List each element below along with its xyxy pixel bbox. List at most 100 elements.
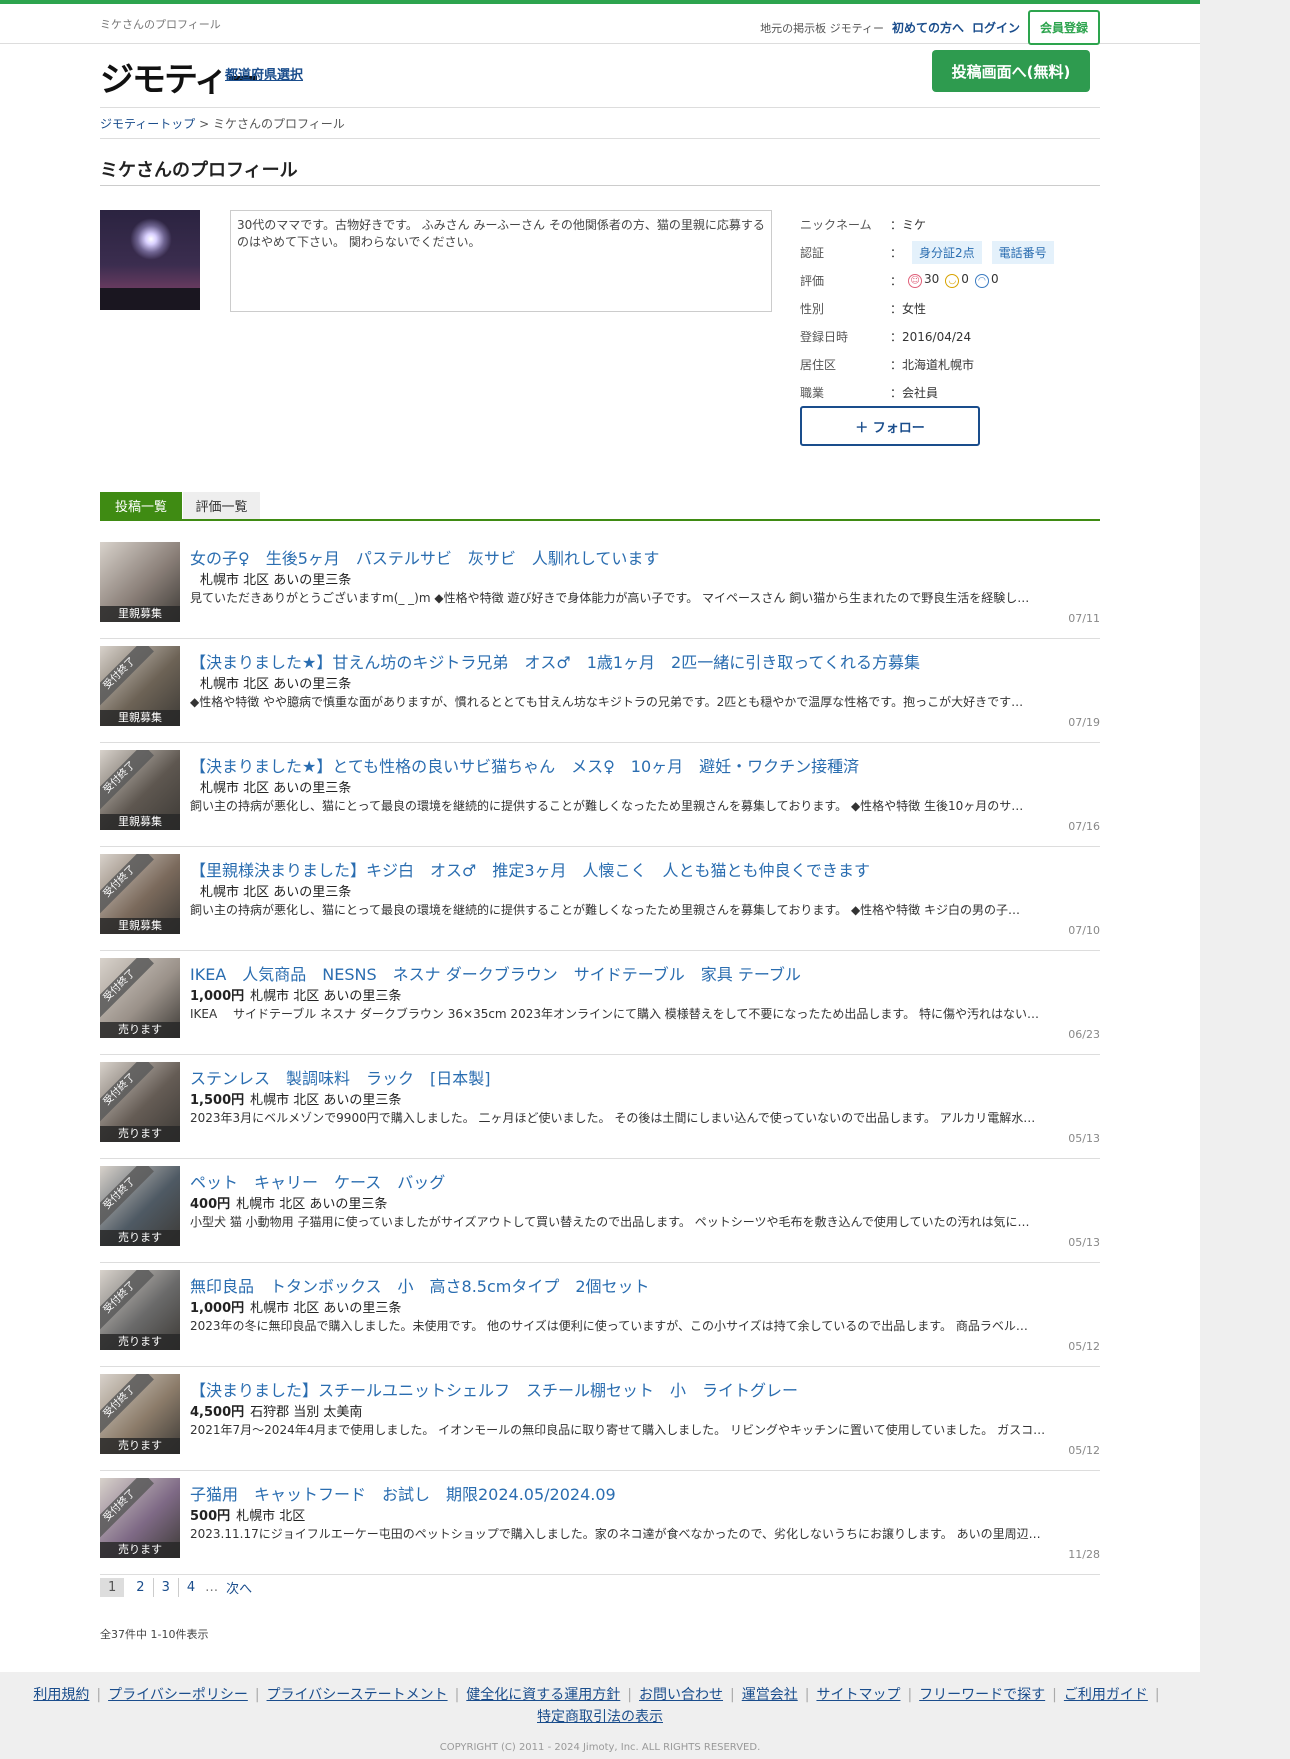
post-button[interactable]: 投稿画面へ(無料) xyxy=(932,50,1090,92)
page-4[interactable]: 4 xyxy=(179,1578,203,1597)
closed-ribbon: 受付終了 xyxy=(100,1062,154,1124)
footer-link[interactable]: 利用規約 xyxy=(33,1687,89,1703)
rating-good: ☺ 30 xyxy=(908,272,939,288)
item-title-link[interactable]: 【決まりました】スチールユニットシェルフ スチール棚セット 小 ライトグレー xyxy=(190,1377,798,1401)
item-title-link[interactable]: IKEA 人気商品 NESNS ネスナ ダークブラウン サイドテーブル 家具 テ… xyxy=(190,961,801,985)
item-thumbnail[interactable]: 受付終了 里親募集 xyxy=(100,646,180,726)
item-title-link[interactable]: 女の子♀ 生後5ヶ月 パステルサビ 灰サビ 人馴れしています xyxy=(190,545,659,569)
item-meta: 400円 札幌市 北区 あいの里三条 xyxy=(190,1193,387,1212)
avatar-crowd xyxy=(100,288,200,310)
item-location: 札幌市 北区 あいの里三条 xyxy=(250,1093,402,1108)
footer-link[interactable]: サイトマップ xyxy=(816,1687,900,1703)
list-item[interactable]: 受付終了 売ります 子猫用 キャットフード お試し 期限2024.05/2024.0… xyxy=(100,1471,1100,1575)
closed-ribbon: 受付終了 xyxy=(100,1166,154,1228)
list-item[interactable]: 里親募集 女の子♀ 生後5ヶ月 パステルサビ 灰サビ 人馴れしています札幌市 北区… xyxy=(100,535,1100,639)
item-title-link[interactable]: ペット キャリー ケース バッグ xyxy=(190,1169,445,1193)
closed-ribbon: 受付終了 xyxy=(100,1374,154,1436)
list-item[interactable]: 受付終了 里親募集 【決まりました★】とても性格の良いサビ猫ちゃん メス♀ 10ヶ月… xyxy=(100,743,1100,847)
item-price: 400円 xyxy=(190,1197,231,1212)
item-date: 05/13 xyxy=(1068,1236,1100,1249)
prefecture-select-link[interactable]: 都道府県選択 xyxy=(225,64,303,83)
closed-ribbon: 受付終了 xyxy=(100,854,154,916)
list-item[interactable]: 受付終了 売ります IKEA 人気商品 NESNS ネスナ ダークブラウン サイドテ… xyxy=(100,951,1100,1055)
footer-link[interactable]: プライバシーステートメント xyxy=(267,1687,448,1703)
item-thumbnail[interactable]: 受付終了 売ります xyxy=(100,1270,180,1350)
header: ジモティー 都道府県選択 投稿画面へ(無料) xyxy=(100,44,1100,108)
footer-link[interactable]: プライバシーポリシー xyxy=(108,1687,248,1703)
item-title-link[interactable]: 【決まりました★】甘えん坊のキジトラ兄弟 オス♂ 1歳1ヶ月 2匹一緒に引き取っ… xyxy=(190,649,920,673)
item-date: 05/12 xyxy=(1068,1340,1100,1353)
page-3[interactable]: 3 xyxy=(154,1578,179,1597)
post-list: 里親募集 女の子♀ 生後5ヶ月 パステルサビ 灰サビ 人馴れしています札幌市 北区… xyxy=(100,535,1100,1575)
page-1[interactable]: 1 xyxy=(100,1578,125,1597)
footer-link[interactable]: 健全化に資する運用方針 xyxy=(466,1687,620,1703)
footer-link[interactable]: 運営会社 xyxy=(742,1687,798,1703)
footer-separator: | xyxy=(96,1687,102,1703)
page: ミケさんのプロフィール 地元の掲示板 ジモティー 初めての方へ ログイン 会員登… xyxy=(0,0,1200,1759)
item-title-link[interactable]: 無印良品 トタンボックス 小 高さ8.5cmタイプ 2個セット xyxy=(190,1273,650,1297)
tab-reviews[interactable]: 評価一覧 xyxy=(183,492,260,519)
item-description: 小型犬 猫 小動物用 子猫用に使っていましたがサイズアウトして買い替えたので出品… xyxy=(190,1215,1030,1229)
tab-posts[interactable]: 投稿一覧 xyxy=(100,492,182,519)
item-thumbnail[interactable]: 受付終了 売ります xyxy=(100,1062,180,1142)
item-title-link[interactable]: 子猫用 キャットフード お試し 期限2024.05/2024.09 xyxy=(190,1481,616,1505)
page-ellipsis: … xyxy=(205,1580,219,1595)
list-item[interactable]: 受付終了 売ります 無印良品 トタンボックス 小 高さ8.5cmタイプ 2個セット 1… xyxy=(100,1263,1100,1367)
login-link[interactable]: ログイン xyxy=(972,19,1020,36)
profile-bio: 30代のママです。古物好きです。 ふみさん みーふーさん その他関係者の方、猫の… xyxy=(230,210,772,312)
item-category: 売ります xyxy=(100,1022,180,1038)
footer-separator: | xyxy=(907,1687,913,1703)
item-description: 飼い主の持病が悪化し、猫にとって最良の環境を継続的に提供することが難しくなったた… xyxy=(190,903,1020,917)
follow-button[interactable]: ＋ フォロー xyxy=(800,406,980,446)
item-thumbnail[interactable]: 受付終了 里親募集 xyxy=(100,750,180,830)
item-description: 2023.11.17にジョイフルエーケー屯田のペットショップで購入しました。家の… xyxy=(190,1527,1041,1541)
item-thumbnail[interactable]: 受付終了 里親募集 xyxy=(100,854,180,934)
item-location: 札幌市 北区 あいの里三条 xyxy=(200,573,352,588)
item-category: 里親募集 xyxy=(100,606,180,622)
item-location: 札幌市 北区 あいの里三条 xyxy=(200,885,352,900)
list-item[interactable]: 受付終了 里親募集 【里親様決まりました】キジ白 オス♂ 推定3ヶ月 人懐こく 人と… xyxy=(100,847,1100,951)
item-date: 07/16 xyxy=(1068,820,1100,833)
list-item[interactable]: 受付終了 売ります ペット キャリー ケース バッグ 400円 札幌市 北区 あいの里三… xyxy=(100,1159,1100,1263)
item-thumbnail[interactable]: 受付終了 売ります xyxy=(100,1478,180,1558)
item-date: 07/10 xyxy=(1068,924,1100,937)
list-item[interactable]: 受付終了 里親募集 【決まりました★】甘えん坊のキジトラ兄弟 オス♂ 1歳1ヶ月 2… xyxy=(100,639,1100,743)
list-item[interactable]: 受付終了 売ります ステンレス 製調味料 ラック [日本製] 1,500円 札幌市 北区… xyxy=(100,1055,1100,1159)
register-button[interactable]: 会員登録 xyxy=(1027,10,1100,45)
footer-link[interactable]: フリーワードで探す xyxy=(919,1687,1045,1703)
item-description: ◆性格や特徴 やや臆病で慎重な面がありますが、慣れるととても甘えん坊なキジトラの… xyxy=(190,695,1024,709)
item-thumbnail[interactable]: 受付終了 売ります xyxy=(100,958,180,1038)
footer-link[interactable]: お問い合わせ xyxy=(639,1687,723,1703)
page-2[interactable]: 2 xyxy=(128,1578,154,1597)
item-location: 札幌市 北区 あいの里三条 xyxy=(200,781,352,796)
item-thumbnail[interactable]: 受付終了 売ります xyxy=(100,1166,180,1246)
item-meta: 札幌市 北区 あいの里三条 xyxy=(200,777,351,796)
item-thumbnail[interactable]: 受付終了 売ります xyxy=(100,1374,180,1454)
item-date: 06/23 xyxy=(1068,1028,1100,1041)
nickname-value: ：ミケ xyxy=(890,217,927,232)
item-title-link[interactable]: ステンレス 製調味料 ラック [日本製] xyxy=(190,1065,491,1089)
next-page-link[interactable]: 次へ xyxy=(220,1578,258,1597)
rating-mid-count: 0 xyxy=(961,272,969,286)
item-meta: 500円 札幌市 北区 xyxy=(190,1505,305,1524)
rating-bad: ◠ 0 xyxy=(974,272,999,288)
item-thumbnail[interactable]: 里親募集 xyxy=(100,542,180,622)
list-item[interactable]: 受付終了 売ります 【決まりました】スチールユニットシェルフ スチール棚セット 小 … xyxy=(100,1367,1100,1471)
footer-link[interactable]: 特定商取引法の表示 xyxy=(537,1709,663,1725)
footer-link[interactable]: ご利用ガイド xyxy=(1064,1687,1148,1703)
first-time-link[interactable]: 初めての方へ xyxy=(892,19,964,36)
item-price: 500円 xyxy=(190,1509,231,1524)
item-price: 1,500円 xyxy=(190,1093,245,1108)
right-gutter xyxy=(1200,0,1290,1759)
info-row-job: 職業 ：会社員 xyxy=(800,378,1100,406)
breadcrumb-home-link[interactable]: ジモティートップ xyxy=(100,117,195,131)
item-category: 売ります xyxy=(100,1230,180,1246)
item-title-link[interactable]: 【決まりました★】とても性格の良いサビ猫ちゃん メス♀ 10ヶ月 避妊・ワクチン… xyxy=(190,753,859,777)
result-count: 全37件中 1-10件表示 xyxy=(100,1628,209,1641)
item-title-link[interactable]: 【里親様決まりました】キジ白 オス♂ 推定3ヶ月 人懐こく 人とも猫とも仲良くで… xyxy=(190,857,870,881)
pagination: 1 2 3 4 … 次へ xyxy=(100,1578,258,1597)
tagline: 地元の掲示板 ジモティー xyxy=(760,21,884,35)
neutral-face-icon: ◡ xyxy=(945,274,960,288)
item-category: 売ります xyxy=(100,1542,180,1558)
item-location: 札幌市 北区 あいの里三条 xyxy=(200,677,352,692)
